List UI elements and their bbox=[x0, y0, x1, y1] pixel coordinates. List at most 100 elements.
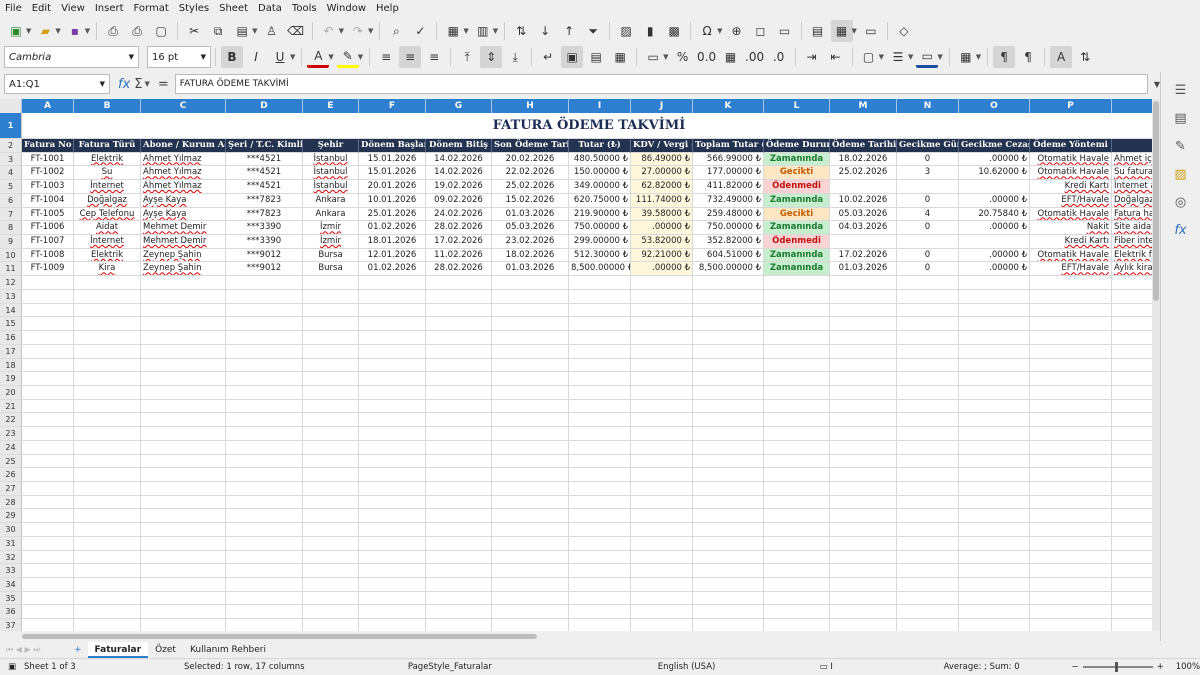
table-cell[interactable]: 17.02.2026 bbox=[830, 248, 897, 263]
empty-cell[interactable] bbox=[569, 509, 631, 524]
table-cell[interactable]: 19.02.2026 bbox=[426, 180, 492, 194]
empty-cell[interactable] bbox=[74, 317, 141, 332]
empty-cell[interactable] bbox=[141, 619, 226, 631]
table-cell[interactable]: 05.03.2026 bbox=[830, 207, 897, 222]
row-header[interactable]: 8 bbox=[0, 221, 22, 236]
date-format-icon[interactable]: ▦ bbox=[720, 46, 742, 68]
header-cell[interactable]: Ödeme Tarihi bbox=[830, 139, 897, 153]
empty-cell[interactable] bbox=[141, 331, 226, 345]
table-cell[interactable]: 20.02.2026 bbox=[492, 152, 569, 167]
border-color-icon[interactable]: ▭ bbox=[916, 46, 939, 68]
empty-cell[interactable] bbox=[359, 344, 426, 359]
empty-cell[interactable] bbox=[959, 468, 1030, 482]
empty-cell[interactable] bbox=[141, 440, 226, 455]
empty-cell[interactable] bbox=[226, 454, 303, 469]
empty-cell[interactable] bbox=[1112, 619, 1152, 631]
header-cell[interactable]: Şehir bbox=[303, 139, 359, 153]
sort-descending-icon[interactable]: ↑ bbox=[558, 20, 580, 42]
sheet-title[interactable]: FATURA ÖDEME TAKVİMİ bbox=[22, 113, 1152, 139]
empty-cell[interactable] bbox=[359, 303, 426, 318]
empty-cell[interactable] bbox=[1112, 290, 1152, 304]
table-cell[interactable]: Fiber inte bbox=[1112, 235, 1152, 249]
table-cell[interactable]: ***4521 bbox=[226, 180, 303, 194]
empty-cell[interactable] bbox=[764, 358, 830, 373]
empty-cell[interactable] bbox=[1030, 550, 1112, 565]
ltr-icon[interactable]: ¶ bbox=[993, 46, 1016, 68]
empty-cell[interactable] bbox=[897, 591, 959, 606]
row-header[interactable]: 2 bbox=[0, 139, 22, 153]
empty-cell[interactable] bbox=[74, 605, 141, 620]
merge-center-icon[interactable]: ▣ bbox=[561, 46, 584, 68]
empty-cell[interactable] bbox=[303, 344, 359, 359]
header-cell[interactable]: Ödeme Yöntemi bbox=[1030, 139, 1112, 153]
table-cell[interactable]: 177.00000 ₺ bbox=[693, 166, 764, 181]
empty-cell[interactable] bbox=[303, 536, 359, 551]
empty-cell[interactable] bbox=[959, 289, 1030, 304]
empty-cell[interactable] bbox=[897, 523, 959, 537]
empty-cell[interactable] bbox=[693, 289, 764, 304]
empty-cell[interactable] bbox=[141, 523, 226, 537]
empty-cell[interactable] bbox=[426, 331, 492, 345]
table-cell[interactable]: 04.03.2026 bbox=[830, 221, 897, 236]
table-cell[interactable]: 05.03.2026 bbox=[492, 221, 569, 236]
empty-cell[interactable] bbox=[959, 564, 1030, 578]
empty-cell[interactable] bbox=[226, 578, 303, 592]
table-cell[interactable]: 01.02.2026 bbox=[359, 221, 426, 236]
empty-cell[interactable] bbox=[303, 509, 359, 524]
empty-cell[interactable] bbox=[569, 550, 631, 565]
row-header[interactable]: 33 bbox=[0, 564, 22, 578]
empty-cell[interactable] bbox=[631, 578, 693, 592]
menu-insert[interactable]: Insert bbox=[90, 3, 129, 14]
empty-cell[interactable] bbox=[959, 536, 1030, 551]
empty-cell[interactable] bbox=[764, 372, 830, 386]
table-cell[interactable] bbox=[959, 235, 1030, 249]
empty-cell[interactable] bbox=[22, 481, 74, 496]
functions-icon[interactable]: fx bbox=[1170, 219, 1192, 241]
table-cell[interactable]: 01.02.2026 bbox=[359, 262, 426, 277]
empty-cell[interactable] bbox=[897, 344, 959, 359]
empty-cell[interactable] bbox=[74, 481, 141, 496]
empty-cell[interactable] bbox=[74, 358, 141, 373]
table-cell[interactable]: ***9012 bbox=[226, 262, 303, 277]
empty-cell[interactable] bbox=[492, 468, 569, 482]
empty-cell[interactable] bbox=[1112, 276, 1152, 290]
empty-cell[interactable] bbox=[830, 427, 897, 441]
insert-chart-icon[interactable]: ▮ bbox=[639, 20, 661, 42]
table-cell[interactable]: .00000 ₺ bbox=[959, 248, 1030, 263]
empty-cell[interactable] bbox=[426, 413, 492, 428]
table-cell[interactable]: İstanbul bbox=[303, 166, 359, 181]
empty-cell[interactable] bbox=[492, 413, 569, 428]
table-cell[interactable]: 0 bbox=[897, 262, 959, 277]
table-cell[interactable]: 12.01.2026 bbox=[359, 248, 426, 263]
table-cell[interactable]: 15.01.2026 bbox=[359, 166, 426, 181]
empty-cell[interactable] bbox=[1030, 372, 1112, 386]
empty-cell[interactable] bbox=[897, 317, 959, 332]
empty-cell[interactable] bbox=[22, 468, 74, 482]
empty-cell[interactable] bbox=[764, 509, 830, 524]
table-cell[interactable]: .00000 ₺ bbox=[959, 193, 1030, 208]
column-header[interactable]: L bbox=[764, 99, 830, 113]
empty-cell[interactable] bbox=[22, 619, 74, 631]
empty-cell[interactable] bbox=[141, 578, 226, 592]
empty-cell[interactable] bbox=[359, 317, 426, 332]
tab-ozet[interactable]: Özet bbox=[148, 642, 183, 658]
empty-cell[interactable] bbox=[226, 344, 303, 359]
align-middle-icon[interactable]: ⇕ bbox=[480, 46, 503, 68]
column-header[interactable]: B bbox=[74, 99, 141, 113]
table-cell[interactable]: Ödenmedi bbox=[764, 180, 830, 194]
empty-cell[interactable] bbox=[359, 385, 426, 400]
menu-edit[interactable]: Edit bbox=[27, 3, 56, 14]
empty-cell[interactable] bbox=[631, 550, 693, 565]
empty-cell[interactable] bbox=[426, 619, 492, 631]
table-cell[interactable]: 01.03.2026 bbox=[492, 262, 569, 277]
empty-cell[interactable] bbox=[1112, 345, 1152, 359]
table-cell[interactable]: Zeynep Şahin bbox=[141, 262, 226, 277]
column-header[interactable]: G bbox=[426, 99, 492, 113]
column-header[interactable]: M bbox=[830, 99, 897, 113]
empty-cell[interactable] bbox=[359, 523, 426, 537]
table-cell[interactable]: Zamanında bbox=[764, 262, 830, 277]
menu-file[interactable]: File bbox=[0, 3, 27, 14]
empty-cell[interactable] bbox=[74, 440, 141, 455]
empty-cell[interactable] bbox=[359, 619, 426, 631]
empty-cell[interactable] bbox=[693, 317, 764, 332]
